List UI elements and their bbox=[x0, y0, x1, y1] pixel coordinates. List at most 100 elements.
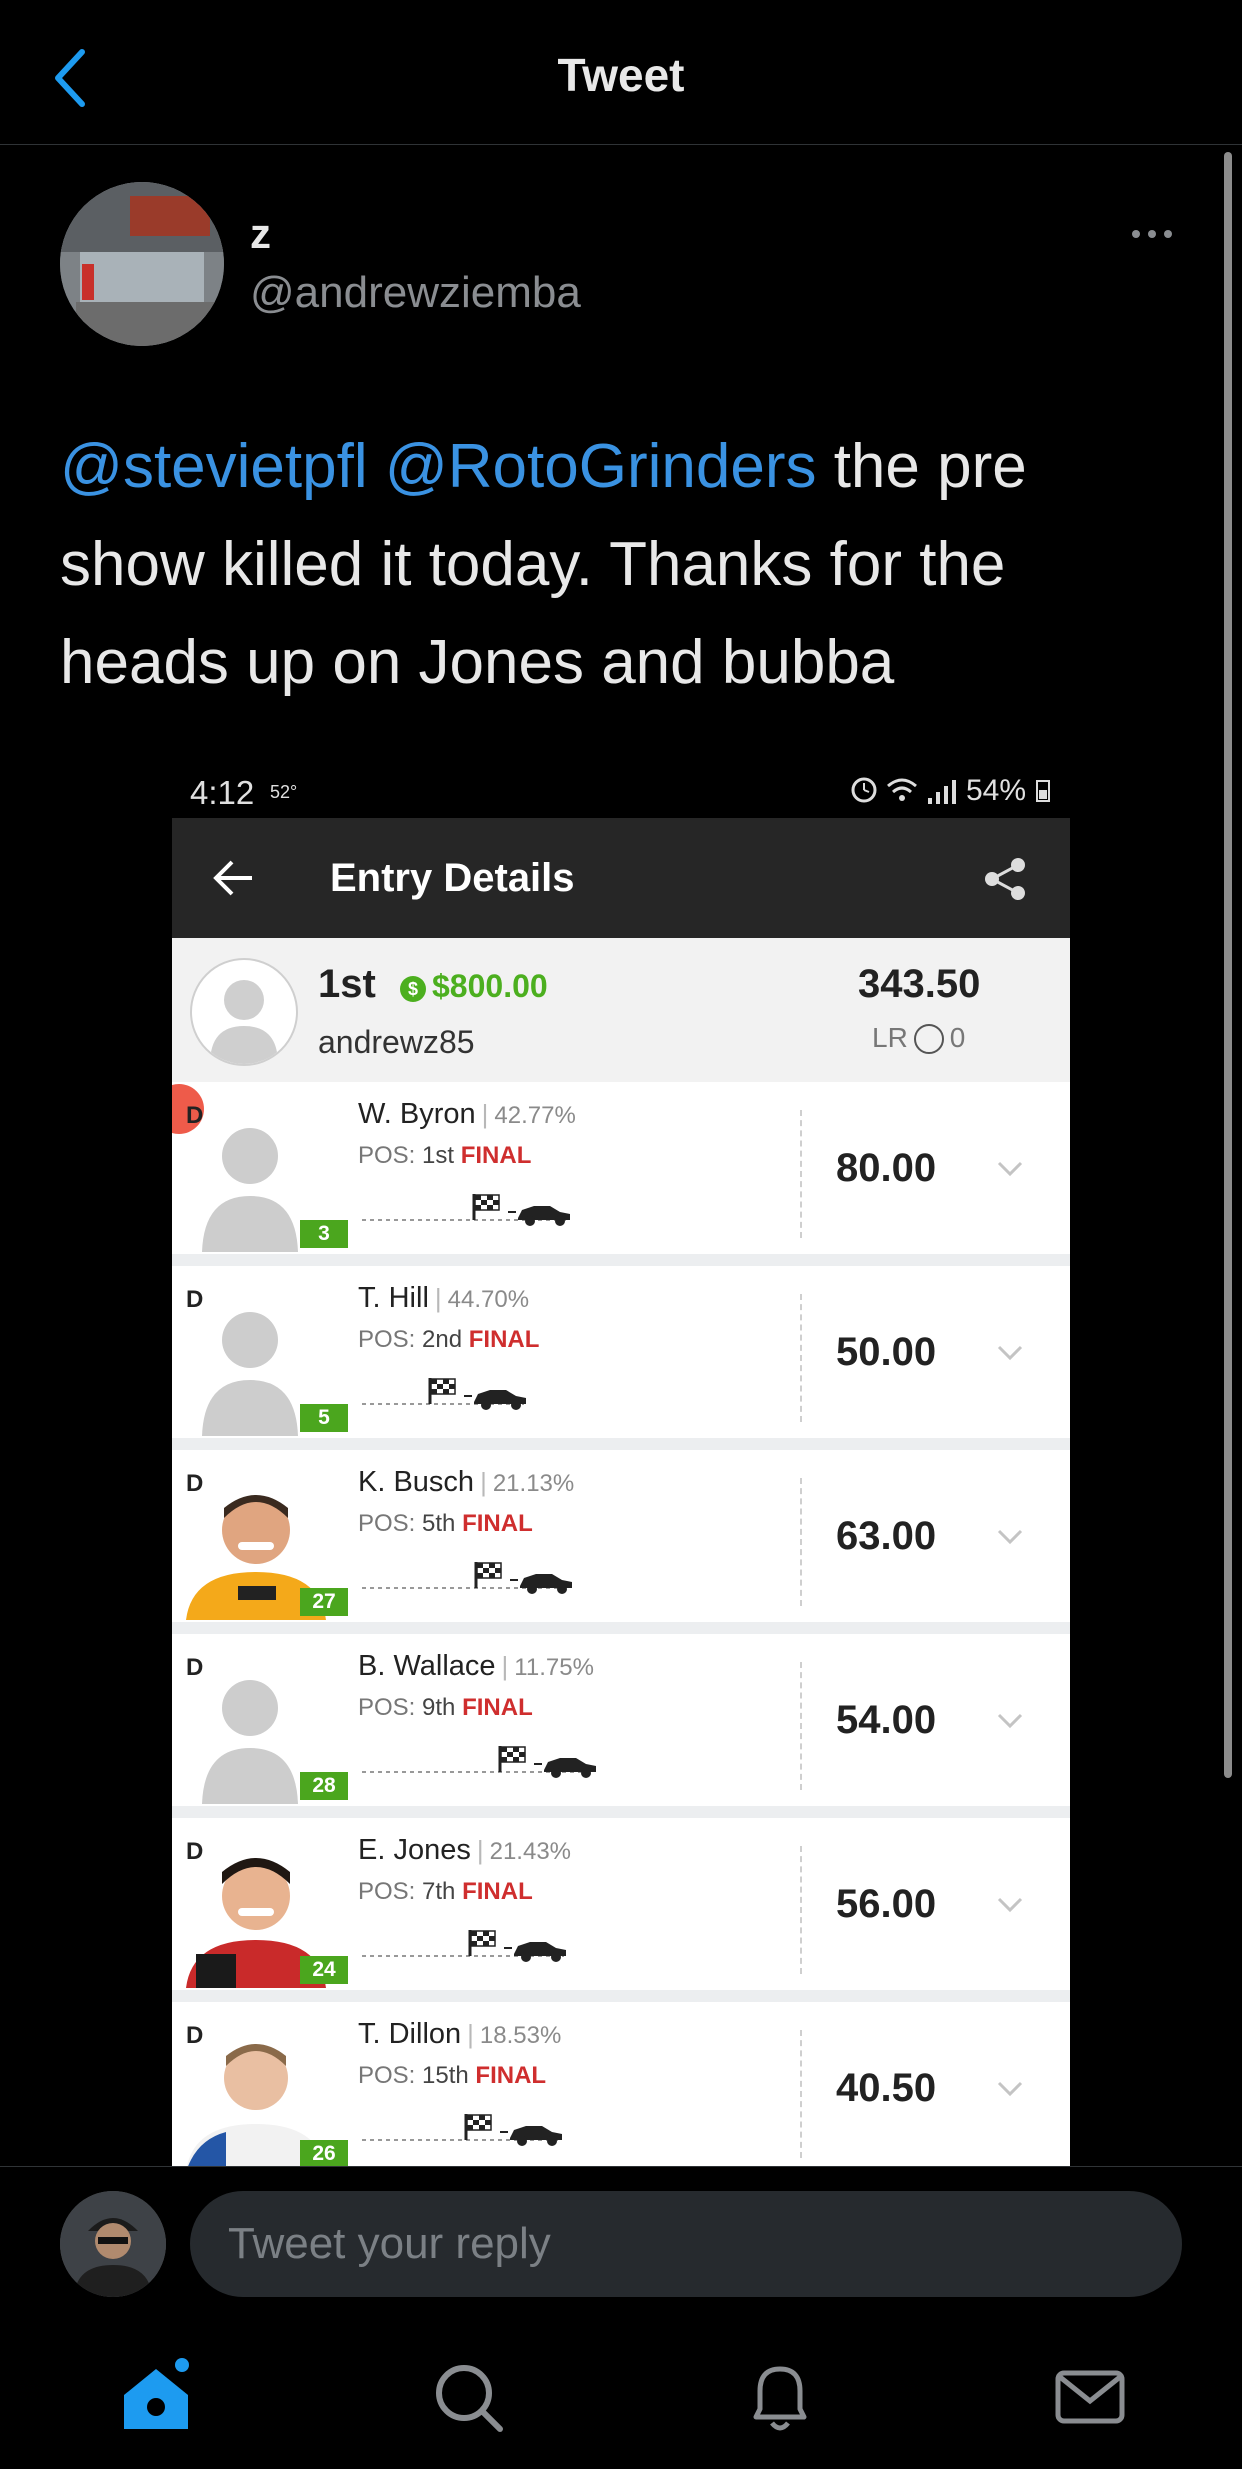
lineup-player-row[interactable]: D 27 K. Busch | 21.13% POS: 5th FINAL 63.00 bbox=[172, 1450, 1070, 1634]
race-progress-track bbox=[362, 1194, 570, 1226]
driver-name: T. Dillon bbox=[358, 2018, 462, 2050]
race-progress-track bbox=[362, 1930, 566, 1962]
mention-link[interactable]: @stevietpfl bbox=[60, 432, 368, 501]
tweet-media-image[interactable]: 4:12 52° 54% Entry Details 1st $ $800.00… bbox=[172, 758, 1070, 2166]
chevron-down-icon[interactable] bbox=[996, 1344, 1024, 1362]
fantasy-points: 63.00 bbox=[836, 1514, 937, 1558]
entry-summary: 1st $ $800.00 andrewz85 343.50 LR 0 bbox=[172, 938, 1070, 1082]
lineup-player-row[interactable]: D 24 E. Jones | 21.43% POS: 7th FINAL 56.00 bbox=[172, 1818, 1070, 2002]
separator: | bbox=[481, 1099, 489, 1129]
row-divider bbox=[800, 1846, 802, 1974]
lr-label: LR bbox=[872, 1022, 908, 1053]
more-options-icon[interactable] bbox=[1130, 226, 1174, 242]
race-car-icon bbox=[504, 1942, 566, 1962]
fantasy-points: 56.00 bbox=[836, 1882, 937, 1926]
chevron-down-icon[interactable] bbox=[996, 1712, 1024, 1730]
race-progress-track bbox=[362, 1562, 572, 1594]
search-icon[interactable] bbox=[428, 2357, 508, 2437]
tweet-text-segment: show killed it today. Thanks for the bbox=[60, 530, 1006, 599]
messages-mail-icon[interactable] bbox=[1050, 2357, 1130, 2437]
game-status: FINAL bbox=[462, 1878, 533, 1905]
checkered-flag-icon bbox=[464, 2114, 492, 2140]
chevron-down-icon[interactable] bbox=[996, 2080, 1024, 2098]
driver-name-line: T. Dillon | 18.53% bbox=[358, 2018, 561, 2051]
race-progress-track bbox=[362, 1378, 526, 1410]
top-nav-bar: Tweet bbox=[0, 0, 1242, 145]
mention-link[interactable]: @RotoGrinders bbox=[385, 432, 817, 501]
ownership-pct: 44.70% bbox=[447, 1286, 530, 1313]
share-icon[interactable] bbox=[982, 856, 1028, 902]
ownership-pct: 11.75% bbox=[514, 1654, 594, 1681]
lineup-player-row[interactable]: D 26 T. Dillon | 18.53% POS: 15th FINAL 40.50 bbox=[172, 2002, 1070, 2166]
car-number-badge: 26 bbox=[300, 2140, 348, 2166]
home-icon[interactable] bbox=[116, 2357, 196, 2437]
driver-name-line: B. Wallace | 11.75% bbox=[358, 1650, 594, 1683]
driver-name: B. Wallace bbox=[358, 1650, 496, 1682]
fantasy-points: 54.00 bbox=[836, 1698, 937, 1742]
battery-icon bbox=[1036, 780, 1050, 802]
car-number-badge: 24 bbox=[300, 1956, 348, 1984]
finish-position: 7th bbox=[422, 1878, 456, 1905]
driver-name: E. Jones bbox=[358, 1834, 471, 1866]
lineup-player-row[interactable]: D 3 W. Byron | 42.77% POS: 1st FINAL 80.00 bbox=[172, 1082, 1070, 1266]
separator: | bbox=[480, 1467, 487, 1497]
lineup-player-row[interactable]: D 5 T. Hill | 44.70% POS: 2nd FINAL 50.00 bbox=[172, 1266, 1070, 1450]
chevron-down-icon[interactable] bbox=[996, 1896, 1024, 1914]
checkered-flag-icon bbox=[468, 1930, 496, 1956]
user-avatar-placeholder bbox=[190, 958, 298, 1066]
finish-position-line: POS: 9th FINAL bbox=[358, 1694, 533, 1722]
author-display-name[interactable]: z bbox=[250, 210, 271, 258]
chevron-down-icon[interactable] bbox=[996, 1528, 1024, 1546]
checkered-flag-icon bbox=[498, 1746, 526, 1772]
race-car-icon bbox=[500, 2126, 562, 2146]
race-progress-track bbox=[362, 1746, 596, 1778]
pos-label: POS: bbox=[358, 1142, 416, 1169]
money-bag-icon: $ bbox=[400, 976, 426, 1002]
my-avatar[interactable] bbox=[60, 2191, 166, 2297]
car-number-badge: 28 bbox=[300, 1772, 348, 1800]
race-car-icon bbox=[464, 1390, 526, 1410]
finish-position: 2nd bbox=[422, 1326, 463, 1353]
app-header: Entry Details bbox=[172, 818, 1070, 938]
row-divider bbox=[800, 1478, 802, 1606]
phone-status-bar: 4:12 52° 54% bbox=[172, 758, 1070, 818]
arrow-left-icon[interactable] bbox=[212, 858, 256, 898]
tweet-body: @stevietpfl @RotoGrinders the pre show k… bbox=[60, 418, 1160, 712]
lr-value: 0 bbox=[949, 1022, 966, 1053]
driver-name: K. Busch bbox=[358, 1466, 475, 1498]
finish-position-line: POS: 1st FINAL bbox=[358, 1142, 531, 1170]
chevron-down-icon[interactable] bbox=[996, 1160, 1024, 1178]
finish-position: 15th bbox=[422, 2062, 469, 2089]
checkered-flag-icon bbox=[472, 1194, 500, 1220]
lineup-player-row[interactable]: D 28 B. Wallace | 11.75% POS: 9th FINAL 54.00 bbox=[172, 1634, 1070, 1818]
fantasy-points: 50.00 bbox=[836, 1330, 937, 1374]
driver-name: T. Hill bbox=[358, 1282, 429, 1314]
status-time: 4:12 bbox=[190, 774, 255, 811]
entry-username: andrewz85 bbox=[318, 1024, 475, 1060]
winnings-amount: $800.00 bbox=[432, 968, 548, 1004]
game-status: FINAL bbox=[475, 2062, 547, 2089]
notifications-bell-icon[interactable] bbox=[740, 2357, 820, 2437]
fantasy-points: 40.50 bbox=[836, 2066, 937, 2110]
status-icons bbox=[851, 777, 956, 804]
author-avatar[interactable] bbox=[60, 182, 224, 346]
app-title: Entry Details bbox=[330, 856, 575, 900]
pos-label: POS: bbox=[358, 2062, 416, 2089]
driver-name: W. Byron bbox=[358, 1098, 476, 1130]
finish-position: 5th bbox=[422, 1510, 456, 1537]
row-divider bbox=[800, 2030, 802, 2158]
driver-name-line: K. Busch | 21.13% bbox=[358, 1466, 574, 1499]
scrollbar[interactable] bbox=[1224, 152, 1232, 1778]
reply-input[interactable]: Tweet your reply bbox=[190, 2191, 1182, 2297]
author-handle[interactable]: @andrewziemba bbox=[250, 268, 581, 318]
winnings: $ $800.00 bbox=[400, 968, 548, 1005]
separator: | bbox=[467, 2019, 474, 2049]
ownership-pct: 18.53% bbox=[479, 2022, 562, 2049]
row-divider bbox=[800, 1294, 802, 1422]
ownership-pct: 21.13% bbox=[492, 1470, 575, 1497]
driver-name-line: T. Hill | 44.70% bbox=[358, 1282, 529, 1315]
pos-label: POS: bbox=[358, 1878, 416, 1905]
finish-position-line: POS: 5th FINAL bbox=[358, 1510, 533, 1538]
separator: | bbox=[501, 1651, 509, 1681]
late-swap-indicator: LR 0 bbox=[872, 1022, 965, 1054]
